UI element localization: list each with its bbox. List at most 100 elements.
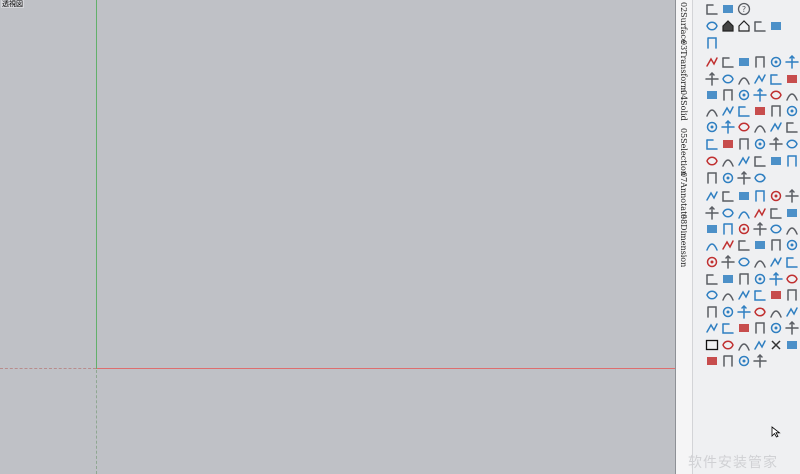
shell-icon[interactable] [737,222,751,236]
diagonal-icon[interactable] [753,338,767,352]
rectangle-icon[interactable] [705,338,719,352]
bar-stack-icon[interactable] [737,321,751,335]
arc-quarter-icon[interactable] [769,104,783,118]
fence-icon[interactable] [737,137,751,151]
clock-icon[interactable] [785,305,799,319]
branch-icon[interactable] [721,137,735,151]
pie-icon[interactable] [785,321,799,335]
tag-icon[interactable] [705,321,719,335]
cone-icon[interactable] [785,255,799,269]
card-blue-icon[interactable] [769,321,783,335]
cycle-icon[interactable] [737,238,751,252]
magnet-icon[interactable] [705,272,719,286]
polygon-icon[interactable] [785,120,799,134]
bowl-icon[interactable] [705,120,719,134]
disc-icon[interactable] [721,222,735,236]
dot-icon[interactable] [753,137,767,151]
cube-blue-icon[interactable] [753,305,767,319]
tab-surface[interactable]: 02Surface [679,2,688,44]
bracket-left-icon[interactable] [705,55,719,69]
store-alt-icon[interactable] [769,19,783,33]
expand-icon[interactable] [769,288,783,302]
cup-icon[interactable] [721,288,735,302]
eraser-icon[interactable] [737,255,751,269]
pin-icon[interactable] [705,171,719,185]
sphere-icon[interactable] [705,222,719,236]
target-icon[interactable] [737,154,751,168]
wave-icon[interactable] [785,104,799,118]
brush-icon[interactable] [705,206,719,220]
magnifier-icon[interactable] [721,189,735,203]
tab-dimension[interactable]: 08Dimension [679,214,688,267]
corner-icon[interactable] [721,104,735,118]
move-cross-icon[interactable] [769,72,783,86]
split-icon[interactable] [753,321,767,335]
hashtag-icon[interactable] [769,120,783,134]
slash-icon[interactable] [785,137,799,151]
tab-annotate[interactable]: 07Annotate [679,172,688,219]
bracket-open-icon[interactable] [769,55,783,69]
disk-icon[interactable] [705,354,719,368]
fill-icon[interactable] [785,206,799,220]
cube-stack-icon[interactable] [705,305,719,319]
crosshair-icon[interactable] [753,288,767,302]
line-tool-icon[interactable] [737,189,751,203]
sweep-icon[interactable] [753,88,767,102]
pointer-icon[interactable] [785,189,799,203]
curve-icon[interactable] [785,88,799,102]
bracket-square-icon[interactable] [721,55,735,69]
layers-icon[interactable] [705,2,719,16]
bolt-icon[interactable] [785,72,799,86]
eye-icon[interactable] [721,72,735,86]
clipboard-icon[interactable] [721,354,735,368]
copy-icon[interactable] [737,354,751,368]
refresh-icon[interactable] [753,354,767,368]
link-icon[interactable] [769,154,783,168]
camera-icon[interactable] [753,255,767,269]
arc-icon[interactable] [705,88,719,102]
leaf-icon[interactable] [721,272,735,286]
spiral-icon[interactable] [737,88,751,102]
star-icon[interactable] [769,255,783,269]
pin-small-icon[interactable] [705,288,719,302]
frame-icon[interactable] [769,206,783,220]
zoom-icon[interactable] [785,272,799,286]
wrench-icon[interactable] [705,255,719,269]
ellipse-icon[interactable] [737,72,751,86]
stack-lines-icon[interactable] [721,171,735,185]
house-outline-icon[interactable] [737,19,751,33]
angle-icon[interactable] [737,55,751,69]
columns-icon[interactable] [737,120,751,134]
caret-line-icon[interactable] [785,55,799,69]
key-icon[interactable] [737,288,751,302]
spring-icon[interactable] [721,338,735,352]
spark-icon[interactable] [705,238,719,252]
pen-icon[interactable] [737,206,751,220]
dice-icon[interactable] [785,338,799,352]
tab-transform[interactable]: 03Transform [679,40,688,93]
3d-viewport[interactable]: 透視図 [0,0,675,474]
diamond-icon[interactable] [721,238,735,252]
slab-icon[interactable] [785,222,799,236]
tab-selection[interactable]: 05Selection [679,128,688,176]
box-icon[interactable] [705,19,719,33]
section-icon[interactable] [753,272,767,286]
move-icon[interactable] [753,72,767,86]
store-cluster-icon[interactable] [705,36,719,50]
ribbon-icon[interactable] [753,206,767,220]
rotate-icon[interactable] [705,137,719,151]
paint-icon[interactable] [721,206,735,220]
grid-icon[interactable] [721,120,735,134]
graph-icon[interactable] [753,171,767,185]
orb-icon[interactable] [785,238,799,252]
s-curve-icon[interactable] [769,137,783,151]
zigzag-icon[interactable] [721,154,735,168]
compass-icon[interactable] [785,288,799,302]
redo-icon[interactable] [769,189,783,203]
bracket-right-icon[interactable] [753,55,767,69]
square-red-icon[interactable] [753,238,767,252]
help-icon[interactable]: ? [737,2,751,16]
tab-solid[interactable]: 04Solid [679,90,688,121]
cube-open-icon[interactable] [721,305,735,319]
scissors-icon[interactable] [721,255,735,269]
